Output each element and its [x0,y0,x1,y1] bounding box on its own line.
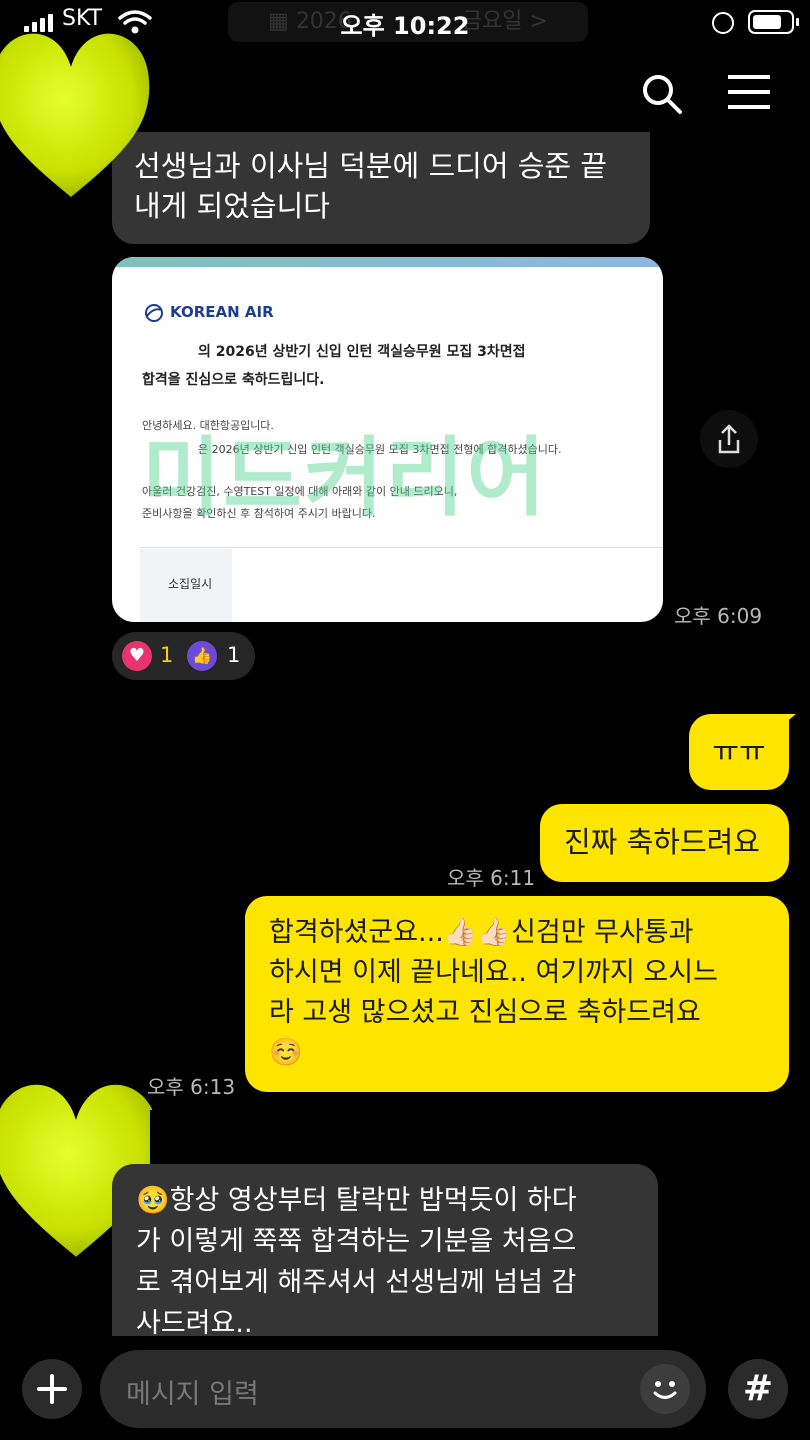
message-bubble-received[interactable]: 🥹항상 영상부터 탈락만 밥먹듯이 하다 가 이렇게 쭉쭉 합격하는 기분을 처… [112,1164,658,1339]
like-reaction-icon: 👍 [187,641,217,671]
notice-divider [140,547,663,548]
message-bubble-sent[interactable]: 진짜 축하드려요 [540,804,789,882]
battery-icon [748,10,794,34]
bubble-tail [774,714,796,732]
message-text: 합격하셨군요...👍🏻👍🏻신검만 무사통과 하시면 이제 끝나네요.. 여기까지… [269,917,718,1068]
rotation-lock-icon [712,12,734,34]
message-timestamp: 오후 6:11 [447,866,536,890]
notice-headline-2: 합격을 진심으로 축하드립니다. [142,372,325,388]
hashtag-button[interactable]: # [728,1359,788,1419]
message-timestamp: 오후 6:09 [674,604,763,628]
share-icon [718,424,740,454]
message-text: 선생님과 이사님 덕분에 드디어 승준 끝 내게 되었습니다 [134,149,607,223]
battery-tip [796,18,799,26]
image-message[interactable]: KOREAN AIR 의 2026년 상반기 신입 인턴 객실승무원 모집 3차… [112,257,663,622]
input-placeholder: 메시지 입력 [126,1379,259,1410]
message-text: 🥹항상 영상부터 탈락만 밥먹듯이 하다 가 이렇게 쭉쭉 합격하는 기분을 처… [136,1185,577,1339]
hashtag-icon: # [742,1368,774,1409]
watermark: 미드커리어 [142,428,548,528]
like-count: 1 [227,643,241,667]
message-text: 진짜 축하드려요 [564,825,760,859]
message-bubble-received[interactable]: 선생님과 이사님 덕분에 드디어 승준 끝 내게 되었습니다 [112,132,650,244]
share-button[interactable] [700,410,758,468]
image-top-bar [112,257,663,267]
menu-icon[interactable] [726,74,772,110]
heart-sticker-icon [0,33,150,197]
korean-air-logo-icon [145,304,163,322]
message-input[interactable]: 메시지 입력 [100,1350,706,1428]
message-bubble-sent[interactable]: 합격하셨군요...👍🏻👍🏻신검만 무사통과 하시면 이제 끝나네요.. 여기까지… [245,896,789,1092]
brand-name: KOREAN AIR [170,303,274,321]
table-label: 소집일시 [168,577,213,591]
plus-icon [37,1374,67,1404]
attach-button[interactable] [22,1359,82,1419]
reaction-bar[interactable]: ♥ 1 👍 1 [112,632,255,680]
notice-headline-1: 의 2026년 상반기 신입 인턴 객실승무원 모집 3차면접 [198,344,526,360]
search-icon[interactable] [640,72,684,116]
emoji-icon [653,1381,677,1399]
emoji-button[interactable] [640,1364,690,1414]
heart-reaction-icon: ♥ [122,641,152,671]
heart-count: 1 [160,643,174,667]
